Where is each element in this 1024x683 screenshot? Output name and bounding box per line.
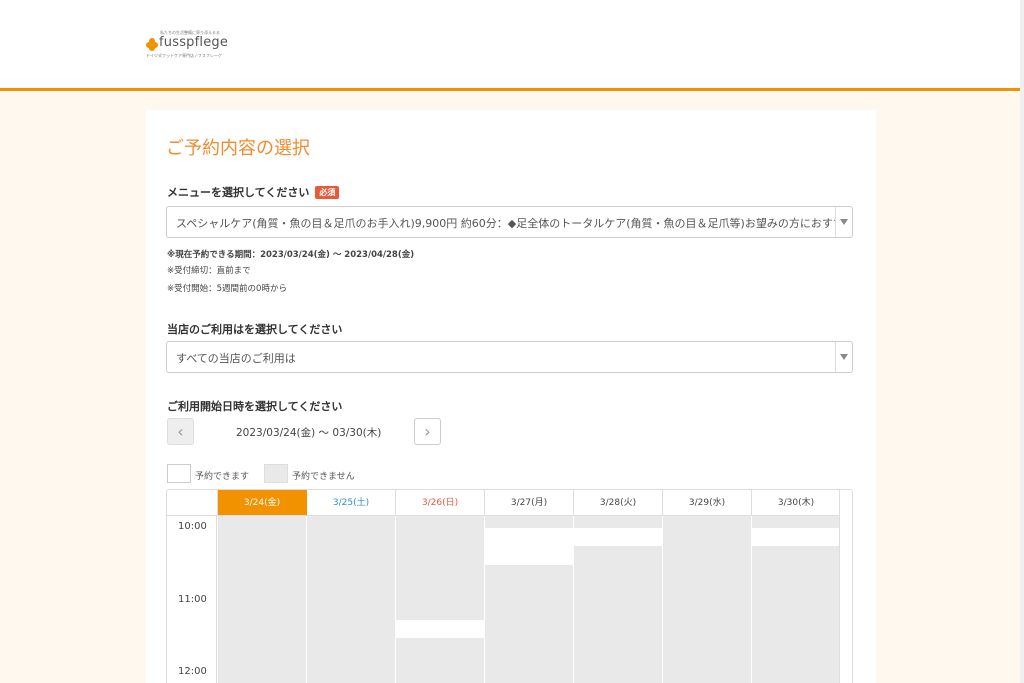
time-label: 11:00 [178,594,207,605]
day-column [485,516,574,683]
available-slot[interactable] [574,528,662,546]
note-deadline: ※受付締切：直前まで [167,266,251,276]
legend-available-swatch [167,464,191,483]
chevron-left-icon: ‹ [177,422,184,441]
day-header: 3/26(日) [396,490,485,516]
page-title: ご予約内容の選択 [166,138,310,159]
day-header: 3/24(金) [218,490,307,516]
chevron-down-icon [835,207,852,237]
datetime-label: ご利用開始日時を選択してください [167,400,343,413]
legend-available-label: 予約できます [195,472,250,482]
available-slot[interactable] [485,528,573,565]
menu-select[interactable]: スペシャルケア(角質・魚の目＆足爪のお手入れ)9,900円 約60分：◆足全体の… [166,206,853,238]
note-start: ※受付開始：5週間前の0時から [167,284,287,294]
calendar-scroll-gutter [839,490,852,683]
note-period: ※現在予約できる期間：2023/03/24(金) ～ 2023/04/28(金) [167,250,415,260]
day-header: 3/30(木) [752,490,841,516]
day-column [396,516,485,683]
brand-subtitle: ドイツ式フットケア専門店 / フスフレーゲ [146,53,222,58]
booking-calendar: 10:00 11:00 12:00 3/24(金) 3/25(土) 3/26(日… [166,489,853,683]
prev-week-button[interactable]: ‹ [167,418,194,445]
usage-select-label: 当店のご利用はを選択してください [167,323,343,336]
brand-logo[interactable]: 私たちの生活整備に寄り添えるる fusspflege ドイツ式フットケア専門店 … [146,30,236,62]
page-scrollbar[interactable] [1020,0,1024,683]
chevron-right-icon: › [424,422,431,441]
time-label: 10:00 [178,521,207,532]
brand-name: fusspflege [159,35,229,50]
calendar-corner [167,490,218,516]
date-range: 2023/03/24(金) ～ 03/30(木) [236,427,382,439]
chevron-down-icon [835,342,852,372]
time-label: 12:00 [178,666,207,677]
day-column [307,516,396,683]
available-slot[interactable] [396,620,484,638]
reservation-card: ご予約内容の選択 メニューを選択してください 必須 スペシャルケア(角質・魚の目＆… [146,110,876,683]
usage-select-value: すべての当店のご利用は [176,352,296,365]
day-column [574,516,663,683]
day-header: 3/29(水) [663,490,752,516]
usage-select[interactable]: すべての当店のご利用は [166,341,853,373]
day-header: 3/25(土) [307,490,396,516]
legend-unavailable-swatch [264,464,288,483]
menu-select-label: メニューを選択してください 必須 [167,184,340,200]
site-header: 私たちの生活整備に寄り添えるる fusspflege ドイツ式フットケア専門店 … [0,0,1020,91]
required-badge: 必須 [315,186,340,199]
day-header: 3/28(火) [574,490,663,516]
legend-unavailable-label: 予約できません [292,472,355,482]
menu-select-label-text: メニューを選択してください [167,186,310,199]
day-column [218,516,307,683]
menu-select-value: スペシャルケア(角質・魚の目＆足爪のお手入れ)9,900円 約60分：◆足全体の… [176,217,836,230]
next-week-button[interactable]: › [414,418,441,445]
logo-mark-icon [146,38,158,51]
day-column [663,516,752,683]
day-header: 3/27(月) [485,490,574,516]
day-column [752,516,840,683]
available-slot[interactable] [752,528,839,546]
